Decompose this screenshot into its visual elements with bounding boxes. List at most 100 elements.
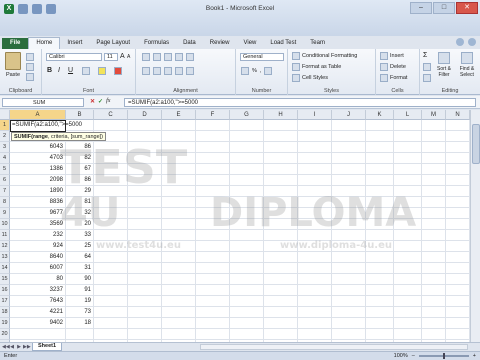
function-argument-tooltip[interactable]: SUMIF(range, criteria, [sum_range]) [11, 132, 106, 141]
empty-cell[interactable] [366, 285, 394, 296]
copy-button[interactable] [26, 63, 34, 71]
cell-b[interactable]: 90 [66, 274, 94, 285]
empty-cell[interactable] [230, 120, 264, 131]
empty-cell[interactable] [446, 318, 470, 329]
cell-b[interactable]: 86 [66, 175, 94, 186]
empty-cell[interactable] [298, 164, 332, 175]
empty-cell[interactable] [366, 230, 394, 241]
empty-cell[interactable] [94, 241, 128, 252]
empty-cell[interactable] [264, 274, 298, 285]
empty-cell[interactable] [162, 197, 196, 208]
empty-cell[interactable] [264, 175, 298, 186]
cell-a[interactable]: 80 [10, 274, 66, 285]
empty-cell[interactable] [422, 241, 446, 252]
cell-b[interactable]: 31 [66, 263, 94, 274]
column-header-e[interactable]: E [162, 110, 196, 120]
empty-cell[interactable] [366, 307, 394, 318]
empty-cell[interactable] [230, 186, 264, 197]
empty-cell[interactable] [94, 230, 128, 241]
format-as-table-button[interactable]: Format as Table [292, 63, 341, 71]
empty-cell[interactable] [422, 164, 446, 175]
empty-cell[interactable] [230, 263, 264, 274]
horizontal-scrollbar[interactable] [200, 344, 468, 350]
tab-team[interactable]: Team [303, 38, 332, 49]
formula-input[interactable]: =SUMIF(a2:a100,">=5000 [124, 98, 476, 107]
empty-cell[interactable] [446, 296, 470, 307]
cell-b[interactable]: 86 [66, 142, 94, 153]
tab-view[interactable]: View [236, 38, 263, 49]
empty-cell[interactable] [422, 142, 446, 153]
cell-b[interactable] [66, 329, 94, 340]
tab-data[interactable]: Data [176, 38, 203, 49]
empty-cell[interactable] [366, 197, 394, 208]
empty-cell[interactable] [394, 296, 422, 307]
cell-b[interactable]: 25 [66, 241, 94, 252]
vertical-align-buttons[interactable] [142, 53, 194, 61]
empty-cell[interactable] [394, 241, 422, 252]
empty-cell[interactable] [332, 241, 366, 252]
empty-cell[interactable] [446, 230, 470, 241]
empty-cell[interactable] [94, 274, 128, 285]
empty-cell[interactable] [230, 252, 264, 263]
empty-cell[interactable] [332, 285, 366, 296]
row-header[interactable]: 19 [0, 318, 10, 329]
empty-cell[interactable] [264, 318, 298, 329]
empty-cell[interactable] [128, 120, 162, 131]
empty-cell[interactable] [298, 186, 332, 197]
minimize-button[interactable]: – [410, 2, 432, 14]
empty-cell[interactable] [264, 164, 298, 175]
empty-cell[interactable] [230, 164, 264, 175]
empty-cell[interactable] [394, 318, 422, 329]
empty-cell[interactable] [196, 186, 230, 197]
empty-cell[interactable] [446, 274, 470, 285]
row-header[interactable]: 3 [0, 142, 10, 153]
empty-cell[interactable] [230, 285, 264, 296]
empty-cell[interactable] [264, 131, 298, 142]
tab-insert[interactable]: Insert [60, 38, 89, 49]
percent-button[interactable]: % [252, 68, 257, 74]
cell-a[interactable]: 1890 [10, 186, 66, 197]
empty-cell[interactable] [298, 208, 332, 219]
active-cell-a1[interactable]: =SUMIF(a2:a100,">=5000 [10, 120, 82, 132]
underline-button[interactable]: U [68, 67, 73, 74]
empty-cell[interactable] [394, 164, 422, 175]
empty-cell[interactable] [196, 175, 230, 186]
empty-cell[interactable] [332, 274, 366, 285]
empty-cell[interactable] [446, 263, 470, 274]
empty-cell[interactable] [230, 329, 264, 340]
cell-b[interactable]: 29 [66, 186, 94, 197]
cell-b[interactable]: 81 [66, 197, 94, 208]
empty-cell[interactable] [366, 318, 394, 329]
cell-styles-button[interactable]: Cell Styles [292, 74, 328, 82]
empty-cell[interactable] [422, 230, 446, 241]
empty-cell[interactable] [264, 285, 298, 296]
zoom-out-button[interactable]: – [412, 352, 415, 360]
empty-cell[interactable] [128, 263, 162, 274]
empty-cell[interactable] [394, 131, 422, 142]
empty-cell[interactable] [332, 153, 366, 164]
column-header-j[interactable]: J [332, 110, 366, 120]
empty-cell[interactable] [298, 153, 332, 164]
empty-cell[interactable] [422, 274, 446, 285]
empty-cell[interactable] [94, 142, 128, 153]
empty-cell[interactable] [422, 219, 446, 230]
row-header[interactable]: 1 [0, 120, 10, 131]
empty-cell[interactable] [94, 263, 128, 274]
empty-cell[interactable] [264, 120, 298, 131]
sort-filter-button[interactable]: Sort & Filter [434, 52, 454, 78]
empty-cell[interactable] [298, 219, 332, 230]
empty-cell[interactable] [264, 296, 298, 307]
cell-a[interactable]: 4703 [10, 153, 66, 164]
empty-cell[interactable] [332, 329, 366, 340]
empty-cell[interactable] [394, 219, 422, 230]
cell-a[interactable]: 2098 [10, 175, 66, 186]
empty-cell[interactable] [128, 318, 162, 329]
empty-cell[interactable] [298, 329, 332, 340]
empty-cell[interactable] [332, 318, 366, 329]
conditional-formatting-button[interactable]: Conditional Formatting [292, 52, 357, 60]
row-header[interactable]: 8 [0, 197, 10, 208]
empty-cell[interactable] [162, 153, 196, 164]
empty-cell[interactable] [196, 120, 230, 131]
name-box[interactable]: SUM [2, 98, 84, 107]
column-header-h[interactable]: H [264, 110, 298, 120]
